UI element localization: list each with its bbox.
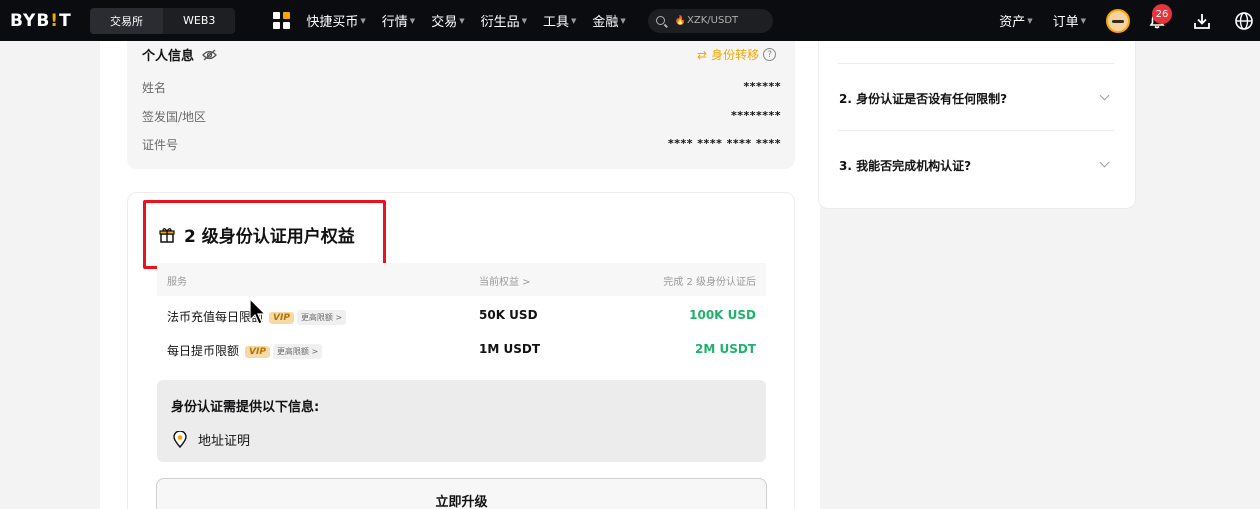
avatar[interactable] [1106, 8, 1130, 33]
current-benefit-value: 1M USDT [479, 342, 541, 356]
search-text: XZK/USDT [687, 15, 739, 26]
mouse-cursor-icon [249, 298, 267, 325]
nav-trade[interactable]: 交易 ▼ [431, 11, 464, 30]
requirements-heading: 身份认证需提供以下信息: [171, 400, 320, 415]
caret-down-icon: ▼ [360, 16, 366, 25]
search-input[interactable]: 🔥 XZK/USDT [647, 8, 773, 33]
higher-limit-link[interactable]: 更高限额 > [296, 310, 347, 325]
flame-icon: 🔥 [674, 15, 687, 26]
faq-question-2[interactable]: 2. 身份认证是否设有任何限制? [839, 90, 1007, 107]
caret-down-icon: ▼ [459, 16, 465, 25]
vip-badge: VIP [269, 312, 294, 324]
eye-hidden-icon[interactable] [202, 49, 217, 61]
personal-info-heading: 个人信息 [142, 45, 217, 64]
caret-down-icon: ▼ [1080, 16, 1086, 25]
transfer-icon: ⇄ [697, 47, 708, 62]
divider [838, 130, 1114, 131]
nav-finance[interactable]: 金融 ▼ [592, 11, 625, 30]
tab-web3[interactable]: WEB3 [163, 8, 235, 34]
requirement-item: 地址证明 [172, 430, 250, 449]
upgrade-now-button[interactable]: 立即升级 [156, 478, 767, 509]
bybit-logo[interactable]: BYB!T [10, 11, 71, 31]
service-name: 每日提币限额 VIP 更高限额 > [167, 342, 323, 359]
field-label-country: 签发国/地区 [142, 110, 207, 124]
nav-buy-crypto[interactable]: 快捷买币 ▼ [306, 11, 365, 30]
caret-down-icon: ▼ [620, 16, 626, 25]
caret-down-icon: ▼ [571, 16, 577, 25]
field-label-id-number: 证件号 [142, 138, 179, 152]
field-label-name: 姓名 [142, 81, 167, 95]
caret-down-icon: ▼ [409, 16, 416, 25]
caret-down-icon: ▼ [521, 16, 527, 25]
benefits-table-header: 服务 当前权益 > 完成 2 级身份认证后 [157, 263, 766, 296]
notification-badge: 26 [1152, 4, 1172, 24]
table-row: 每日提币限额 VIP 更高限额 > 1M USDT 2M USDT [157, 336, 766, 364]
vip-badge: VIP [245, 346, 270, 358]
higher-limit-link[interactable]: 更高限额 > [272, 344, 323, 359]
right-navigation: 资产 ▼ 订单 ▼ [999, 0, 1260, 41]
apps-grid-icon[interactable] [273, 12, 291, 29]
identity-transfer-link[interactable]: ⇄ 身份转移 ? [697, 46, 777, 63]
after-upgrade-value: 100K USD [689, 308, 756, 322]
gift-icon [159, 227, 175, 243]
field-value-id-number: **** **** **** **** [667, 137, 781, 150]
header-after-level-2: 完成 2 级身份认证后 [663, 277, 756, 288]
faq-question-3[interactable]: 3. 我能否完成机构认证? [839, 157, 971, 174]
faq-panel [818, 41, 1136, 209]
divider [838, 63, 1114, 64]
field-value-country: ******** [730, 109, 781, 122]
globe-icon[interactable] [1234, 11, 1254, 31]
field-value-name: ****** [743, 80, 781, 93]
tab-exchange[interactable]: 交易所 [90, 7, 163, 34]
header-current-benefit[interactable]: 当前权益 > [479, 273, 531, 288]
header-service: 服务 [167, 277, 187, 288]
download-icon[interactable] [1192, 11, 1212, 31]
top-navigation-bar: BYB!T 交易所 WEB3 快捷买币 ▼ 行情 ▼ 交易 ▼ 衍生品 ▼ 工具 ▼ 金融… [0, 0, 1260, 41]
search-icon [655, 16, 665, 25]
after-upgrade-value: 2M USDT [694, 342, 756, 356]
nav-tools[interactable]: 工具 ▼ [543, 11, 576, 30]
caret-down-icon: ▼ [1027, 16, 1033, 25]
requirements-box [157, 380, 766, 462]
help-icon[interactable]: ? [763, 48, 777, 61]
benefits-heading: 2 级身份认证用户权益 [158, 222, 355, 247]
nav-derivatives[interactable]: 衍生品 ▼ [481, 11, 527, 30]
nav-markets[interactable]: 行情 ▼ [382, 11, 415, 30]
platform-switch: 交易所 WEB3 [90, 7, 236, 34]
current-benefit-value: 50K USD [479, 308, 538, 322]
nav-assets[interactable]: 资产 ▼ [999, 11, 1032, 30]
location-pin-icon [173, 431, 187, 448]
nav-orders[interactable]: 订单 ▼ [1053, 11, 1086, 30]
